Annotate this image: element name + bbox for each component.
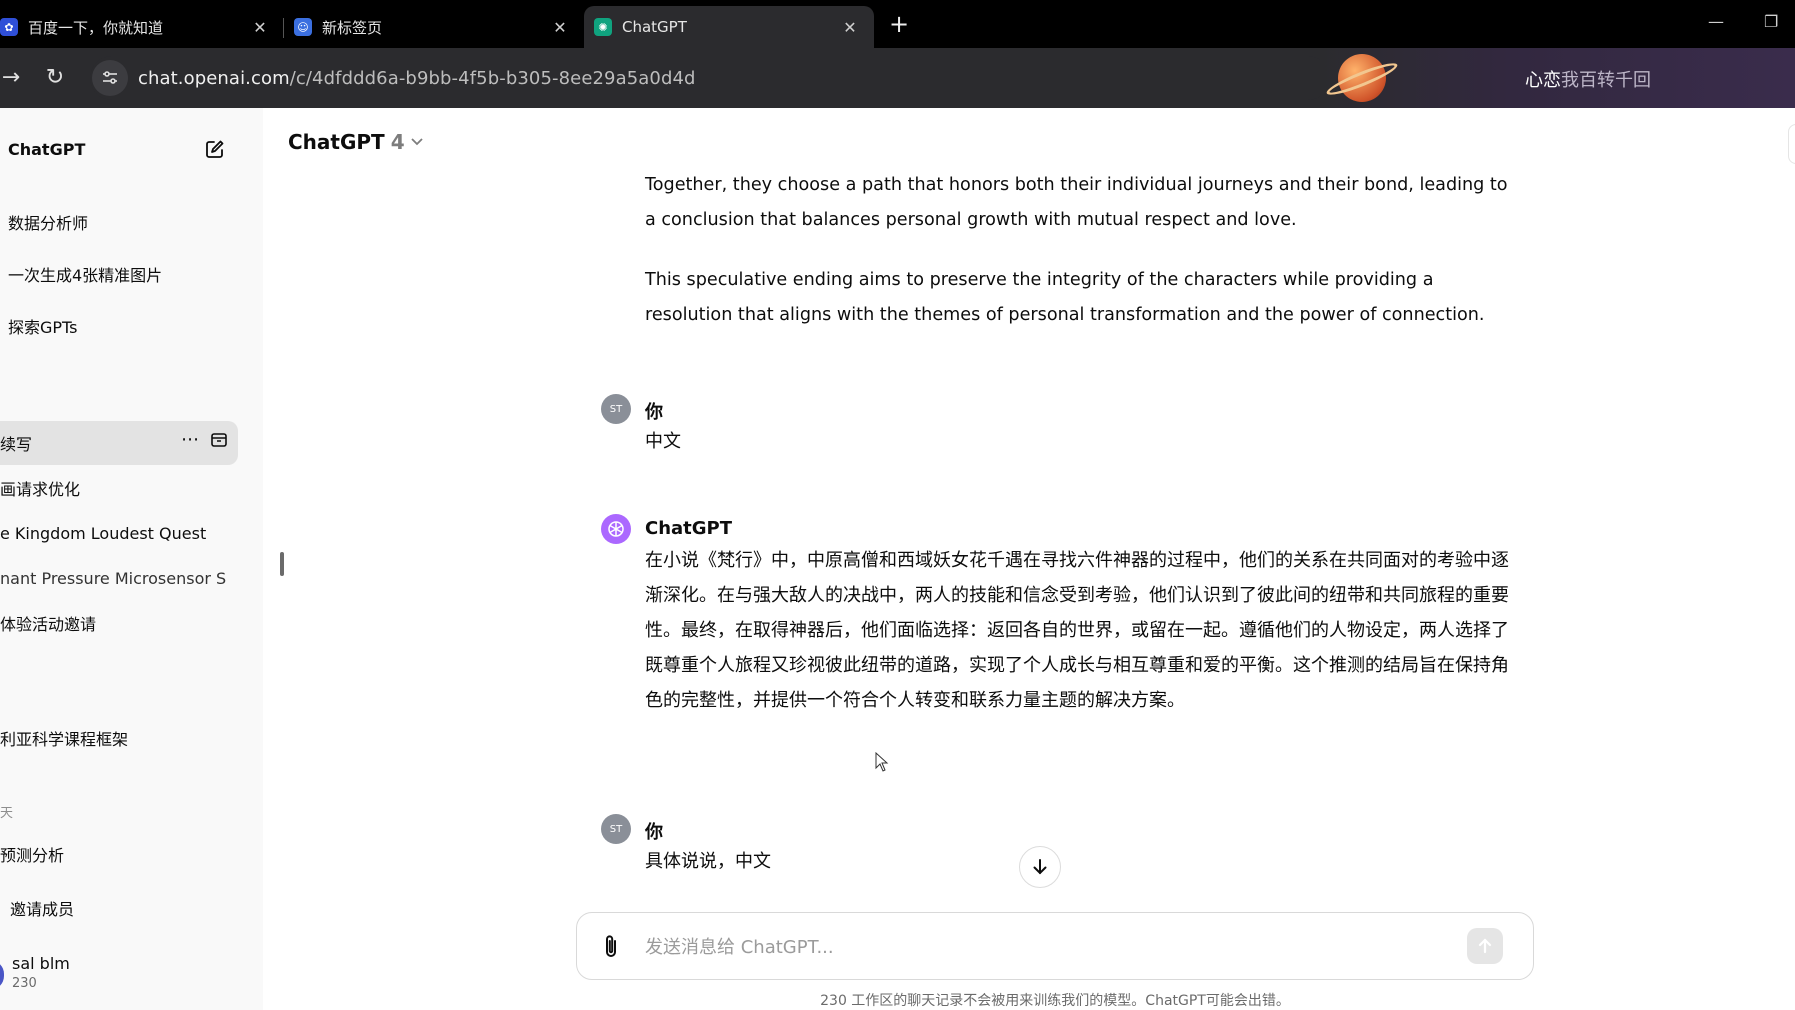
conversation-label: 画请求优化 (0, 480, 81, 499)
new-tab-icon: ☺ (294, 18, 312, 36)
address-bar: → ↻ chat.openai.com/c/4dfddd6a-b9bb-4f5b… (0, 48, 1795, 108)
omnibox[interactable]: chat.openai.com/c/4dfddd6a-b9bb-4f5b-b30… (90, 56, 1330, 100)
url-path: /c/4dfddd6a-b9bb-4f5b-b305-8ee29a5a0d4d (289, 67, 696, 89)
tab-chatgpt[interactable]: ✺ ChatGPT ✕ (584, 6, 874, 48)
sidebar-title[interactable]: ChatGPT (8, 140, 85, 159)
chevron-down-icon (410, 135, 423, 149)
restore-icon[interactable]: ❐ (1764, 12, 1778, 31)
user-message-text: 具体说说，中文 (645, 851, 771, 872)
tab-baidu[interactable]: ✿ 百度一下，你就知道 ✕ (0, 6, 284, 48)
sidebar-item-label: 数据分析师 (8, 214, 89, 233)
user-message-text: 中文 (645, 431, 681, 452)
attach-file-icon[interactable] (599, 933, 625, 961)
user-workspace-id: 230 (12, 976, 37, 991)
browser-tab-strip: ✿ 百度一下，你就知道 ✕ ☺ 新标签页 ✕ ✺ ChatGPT ✕ + — ❐ (0, 0, 1795, 48)
message-author: 你 (645, 822, 663, 843)
assistant-message-paragraph: Together, they choose a path that honors… (645, 175, 1508, 230)
conversation-label: 体验活动邀请 (0, 615, 97, 634)
close-icon[interactable]: ✕ (250, 18, 270, 37)
url-host: chat.openai.com (138, 67, 290, 89)
conversation-label: 续写 (0, 435, 33, 454)
theme-banner: 心恋我百转千回 (1320, 48, 1795, 108)
message-author: 你 (645, 402, 663, 423)
banner-motto: 心恋我百转千回 (1525, 66, 1651, 92)
disclaimer-footnote: 230 工作区的聊天记录不会被用来训练我们的模型。ChatGPT可能会出错。 (820, 993, 1290, 1009)
user-avatar: ST (601, 394, 631, 424)
sidebar-item-label: 一次生成4张精准图片 (8, 266, 163, 285)
forward-icon[interactable]: → (0, 63, 26, 93)
user-name: sal blm (12, 954, 70, 973)
chatgpt-avatar-icon (601, 514, 631, 544)
right-panel-toggle[interactable] (1788, 124, 1795, 164)
tab-title: ChatGPT (622, 18, 687, 36)
tab-title: 新标签页 (322, 18, 383, 37)
archive-icon[interactable] (210, 431, 228, 449)
conversation-item[interactable]: 体验活动邀请 (0, 601, 238, 645)
new-chat-icon[interactable] (204, 138, 228, 162)
site-settings-icon[interactable] (92, 60, 128, 96)
url-text[interactable]: chat.openai.com/c/4dfddd6a-b9bb-4f5b-b30… (138, 68, 696, 89)
avatar (0, 960, 4, 990)
sidebar-item-explore-gpts[interactable]: 探索GPTs (0, 304, 238, 348)
banner-motto-a: 心恋 (1525, 70, 1561, 91)
sidebar-resize-handle[interactable] (280, 552, 284, 576)
conversation-item[interactable]: 利亚科学课程框架 (0, 716, 238, 760)
message-composer (576, 912, 1534, 980)
conversation-label: e Kingdom Loudest Quest (0, 523, 207, 543)
conversation-item[interactable]: 画请求优化 (0, 466, 238, 510)
sidebar-item-label: 探索GPTs (8, 318, 78, 337)
conversation-item-active[interactable]: 续写 ⋯ (0, 421, 238, 465)
minimize-icon[interactable]: — (1708, 12, 1724, 31)
invite-members-button[interactable]: 邀请成员 (0, 886, 238, 930)
conversation-item[interactable]: e Kingdom Loudest Quest (0, 511, 238, 555)
mouse-cursor-icon (875, 751, 889, 776)
assistant-message-text: 在小说《梵行》中，中原高僧和西域妖女花千遇在寻找六件神器的过程中，他们的关系在共… (645, 550, 1509, 711)
close-icon[interactable]: ✕ (840, 18, 860, 37)
tab-separator (283, 18, 284, 38)
conversation-label: nant Pressure Microsensor S (0, 568, 227, 588)
invite-members-label: 邀请成员 (10, 900, 75, 919)
conversation-actions: ⋯ (181, 431, 228, 449)
arrow-down-icon (1033, 859, 1047, 875)
conversation-label: 利亚科学课程框架 (0, 730, 129, 749)
banner-motto-b: 我百转千回 (1561, 70, 1651, 91)
conversation-item[interactable]: nant Pressure Microsensor S (0, 556, 238, 600)
message-input[interactable] (645, 933, 1425, 961)
chatgpt-logo-icon: ✺ (594, 18, 612, 36)
close-icon[interactable]: ✕ (550, 18, 570, 37)
model-selector[interactable]: ChatGPT 4 (288, 130, 423, 154)
arrow-up-icon (1478, 938, 1492, 954)
conversation-label: 预测分析 (0, 846, 65, 865)
scroll-to-bottom-button[interactable] (1019, 846, 1061, 888)
sidebar-group-label: 天 (0, 806, 14, 821)
reload-icon[interactable]: ↻ (40, 63, 70, 93)
new-tab-button[interactable]: + (884, 10, 914, 40)
model-version: 4 (390, 130, 405, 154)
model-name: ChatGPT (288, 130, 385, 154)
send-button[interactable] (1467, 928, 1503, 964)
assistant-message-paragraph: This speculative ending aims to preserve… (645, 270, 1485, 325)
sidebar: ChatGPT 数据分析师 一次生成4张精准图片 探索GPTs 续写 ⋯ 画请求… (0, 108, 263, 1010)
sidebar-item-image-gen[interactable]: 一次生成4张精准图片 (0, 252, 238, 296)
user-profile[interactable]: sal blm 230 (0, 950, 263, 1000)
tab-title: 百度一下，你就知道 (28, 18, 164, 37)
conversation-item[interactable]: 预测分析 (0, 832, 238, 876)
more-options-icon[interactable]: ⋯ (181, 431, 200, 449)
tab-new-tab[interactable]: ☺ 新标签页 ✕ (294, 6, 570, 48)
baidu-paw-icon: ✿ (0, 18, 18, 36)
sidebar-item-data-analyst[interactable]: 数据分析师 (0, 200, 238, 244)
message-author: ChatGPT (645, 518, 733, 539)
user-avatar: ST (601, 814, 631, 844)
